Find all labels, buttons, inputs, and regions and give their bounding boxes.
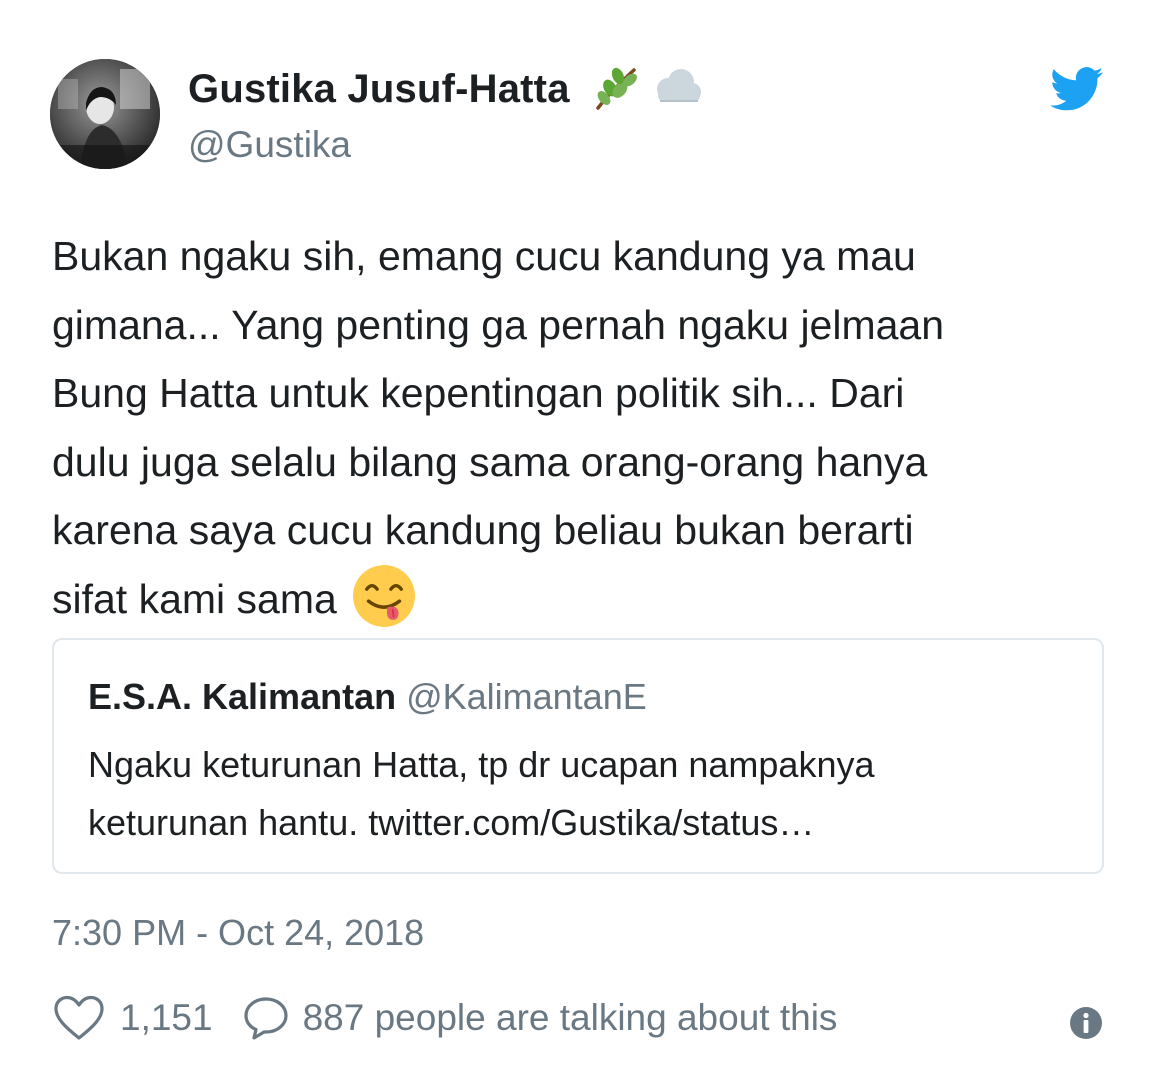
tweet-line: dulu juga selalu bilang sama orang-orang… xyxy=(52,438,928,485)
quoted-line: keturunan hantu. twitter.com/Gustika/sta… xyxy=(88,802,815,843)
quoted-tweet[interactable]: E.S.A. Kalimantan @KalimantanE Ngaku ketu… xyxy=(52,638,1104,874)
like-count: 1,151 xyxy=(120,997,213,1038)
tweet-line: Bung Hatta untuk kepentingan politik sih… xyxy=(52,370,905,416)
herb-emoji xyxy=(590,64,640,115)
cloud-emoji xyxy=(648,67,704,112)
quoted-line: Ngaku keturunan Hatta, tp dr ucapan namp… xyxy=(88,744,875,785)
quoted-tweet-header: E.S.A. Kalimantan @KalimantanE xyxy=(88,676,647,718)
twitter-bird-icon[interactable] xyxy=(1050,67,1104,111)
author-name[interactable]: Gustika Jusuf-Hatta xyxy=(188,67,570,112)
tweet-text: Bukan ngaku sih, emang cucu kandung ya m… xyxy=(52,222,1122,647)
author-name-row[interactable]: Gustika Jusuf-Hatta xyxy=(188,64,704,115)
heart-icon xyxy=(52,994,106,1042)
tweet-line: karena saya cucu kandung beliau bukan be… xyxy=(52,507,914,553)
info-icon[interactable] xyxy=(1069,1006,1103,1040)
quoted-author-name: E.S.A. Kalimantan xyxy=(88,676,397,717)
quoted-author-handle: @KalimantanE xyxy=(406,676,647,717)
avatar[interactable] xyxy=(50,59,160,169)
speech-bubble-icon xyxy=(243,995,289,1041)
tweet-timestamp[interactable]: 7:30 PM - Oct 24, 2018 xyxy=(52,912,424,954)
quoted-tweet-text: Ngaku keturunan Hatta, tp dr ucapan namp… xyxy=(88,736,875,852)
tweet-line: gimana... Yang penting ga pernah ngaku j… xyxy=(52,301,945,348)
tweet-actions: 1,151 887 people are talking about this xyxy=(52,994,837,1042)
tweet-line: sifat kami sama xyxy=(52,575,337,622)
tweet-line-last: sifat kami sama xyxy=(52,564,1122,648)
talking-count: 887 people are talking about this xyxy=(302,997,838,1038)
like-button[interactable]: 1,151 xyxy=(52,994,213,1042)
author-handle[interactable]: @Gustika xyxy=(188,124,351,166)
reply-button[interactable]: 887 people are talking about this xyxy=(243,995,838,1041)
savoring-food-emoji xyxy=(352,564,415,648)
tweet-line: Bukan ngaku sih, emang cucu kandung ya m… xyxy=(52,233,916,279)
